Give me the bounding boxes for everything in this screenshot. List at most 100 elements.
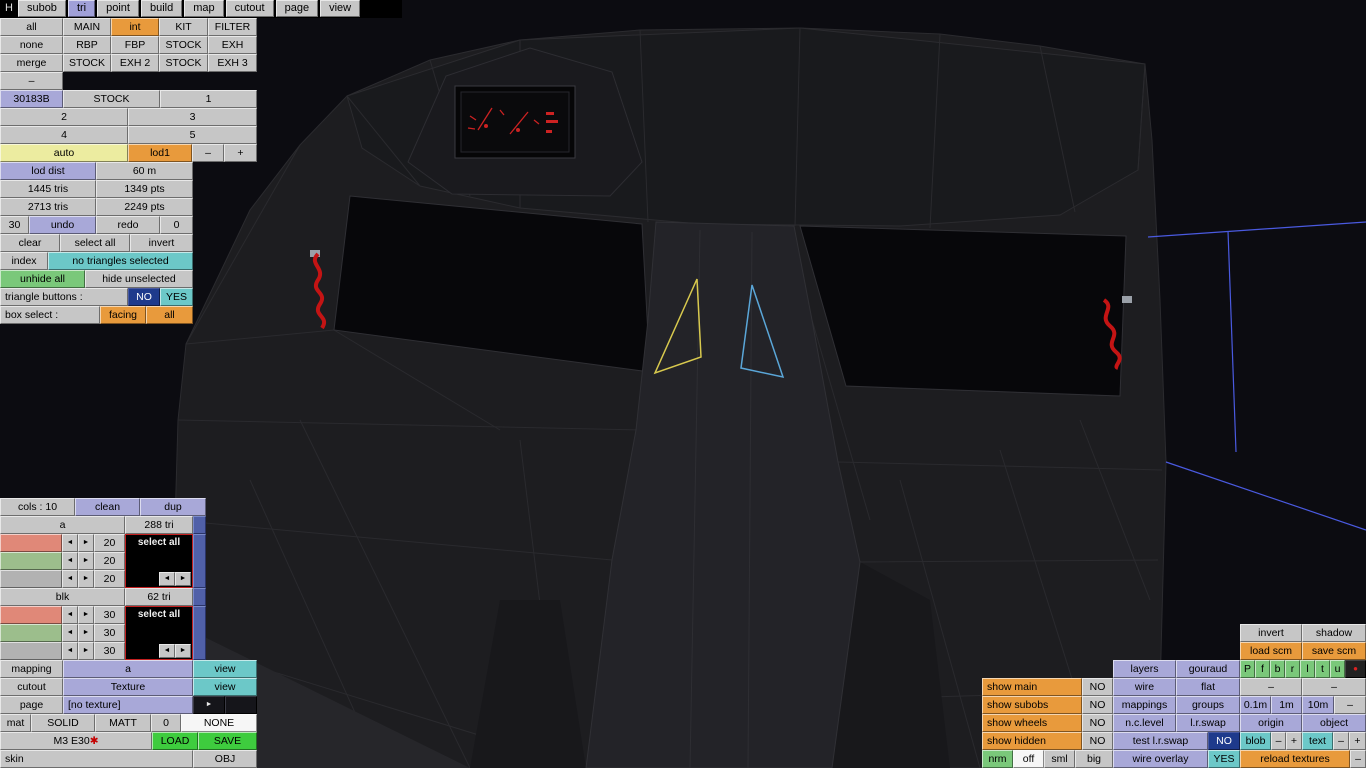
channel-value[interactable]: 30 [94, 606, 125, 624]
blob-button[interactable]: blob [1240, 732, 1271, 750]
color-swatch-red[interactable] [0, 534, 62, 552]
color-swatch-gray[interactable] [0, 570, 62, 588]
nrm-sml-button[interactable]: sml [1044, 750, 1075, 768]
lrswap-button[interactable]: l.r.swap [1176, 714, 1240, 732]
select-all-label[interactable]: select all [126, 609, 192, 620]
menu-tri[interactable]: tri [67, 0, 96, 17]
test-lrswap-button[interactable]: test l.r.swap [1113, 732, 1208, 750]
undo-button[interactable]: undo [29, 216, 96, 234]
texture-page-value[interactable]: [no texture] [63, 696, 193, 714]
filter-rbp[interactable]: RBP [63, 36, 111, 54]
value-decrement-button[interactable]: ◄ [62, 624, 78, 642]
next-material-button[interactable]: ► [175, 644, 191, 658]
show-hidden-toggle[interactable]: NO [1082, 732, 1113, 750]
subobject-slot-2[interactable]: 2 [0, 108, 128, 126]
mat-none-button[interactable]: NONE [181, 714, 257, 732]
value-decrement-button[interactable]: ◄ [62, 534, 78, 552]
grid-01m-button[interactable]: 0.1m [1240, 696, 1271, 714]
show-hidden-button[interactable]: show hidden [982, 732, 1082, 750]
gouraud-button[interactable]: gouraud [1176, 660, 1240, 678]
groups-button[interactable]: groups [1176, 696, 1240, 714]
car-name[interactable]: M3 E30✱ [0, 732, 152, 750]
save-button[interactable]: SAVE [198, 732, 257, 750]
material-a-name[interactable]: a [0, 516, 125, 534]
next-material-button[interactable]: ► [175, 572, 191, 586]
nrm-off-button[interactable]: off [1013, 750, 1044, 768]
triangle-buttons-no[interactable]: NO [128, 288, 160, 306]
value-increment-button[interactable]: ► [78, 606, 94, 624]
value-decrement-button[interactable]: ◄ [62, 642, 78, 660]
channel-value[interactable]: 20 [94, 552, 125, 570]
filter-kit[interactable]: KIT [159, 18, 208, 36]
cutout-value[interactable]: Texture [63, 678, 193, 696]
view-top-button[interactable]: t [1315, 660, 1330, 678]
mat-matt-button[interactable]: MATT [95, 714, 151, 732]
mappings-button[interactable]: mappings [1113, 696, 1176, 714]
select-all-label[interactable]: select all [126, 537, 192, 548]
lod-minus-button[interactable]: – [192, 144, 224, 162]
dup-button[interactable]: dup [140, 498, 206, 516]
clean-button[interactable]: clean [75, 498, 140, 516]
nrm-big-button[interactable]: big [1075, 750, 1113, 768]
next-page-button[interactable]: ► [193, 696, 225, 714]
material-a-select-all-box[interactable]: select all ◄ ► [125, 534, 193, 588]
view-back-button[interactable]: b [1270, 660, 1285, 678]
wire-overlay-button[interactable]: wire overlay [1113, 750, 1208, 768]
filter-int[interactable]: int [111, 18, 159, 36]
lod-auto-button[interactable]: auto [0, 144, 128, 162]
menu-cutout[interactable]: cutout [225, 0, 274, 17]
skin-button[interactable]: skin [0, 750, 193, 768]
view-front-button[interactable]: f [1255, 660, 1270, 678]
channel-value[interactable]: 30 [94, 642, 125, 660]
view-right-button[interactable]: r [1285, 660, 1300, 678]
filter-filter[interactable]: FILTER [208, 18, 257, 36]
mat-value[interactable]: 0 [151, 714, 181, 732]
box-select-all[interactable]: all [146, 306, 193, 324]
grid-minus-button[interactable]: – [1334, 696, 1366, 714]
value-decrement-button[interactable]: ◄ [62, 606, 78, 624]
origin-button[interactable]: origin [1240, 714, 1302, 732]
cutout-view-button[interactable]: view [193, 678, 257, 696]
prev-material-button[interactable]: ◄ [159, 572, 175, 586]
filter-exh2[interactable]: EXH 2 [111, 54, 159, 72]
shadow-button[interactable]: shadow [1302, 624, 1366, 642]
filter-none[interactable]: none [0, 36, 63, 54]
filter-main[interactable]: MAIN [63, 18, 111, 36]
nrm-button[interactable]: nrm [982, 750, 1013, 768]
channel-value[interactable]: 20 [94, 570, 125, 588]
show-subobs-toggle[interactable]: NO [1082, 696, 1113, 714]
object-button[interactable]: object [1302, 714, 1366, 732]
box-select-facing[interactable]: facing [100, 306, 146, 324]
grid-10m-button[interactable]: 10m [1302, 696, 1334, 714]
mapping-view-button[interactable]: view [193, 660, 257, 678]
main-minus-1[interactable]: – [1240, 678, 1302, 696]
redo-button[interactable]: redo [96, 216, 160, 234]
obj-button[interactable]: OBJ [193, 750, 257, 768]
text-plus-button[interactable]: + [1349, 732, 1366, 750]
menu-h[interactable]: H [0, 0, 18, 17]
value-decrement-button[interactable]: ◄ [62, 552, 78, 570]
filter-exh[interactable]: EXH [208, 36, 257, 54]
filter-all[interactable]: all [0, 18, 63, 36]
filter-fbp[interactable]: FBP [111, 36, 159, 54]
filter-merge[interactable]: merge [0, 54, 63, 72]
grid-1m-button[interactable]: 1m [1271, 696, 1302, 714]
menu-map[interactable]: map [184, 0, 224, 17]
clear-button[interactable]: clear [0, 234, 60, 252]
materials-scrollbar[interactable] [193, 534, 206, 588]
prev-material-button[interactable]: ◄ [159, 644, 175, 658]
menu-view[interactable]: view [320, 0, 361, 17]
show-wheels-button[interactable]: show wheels [982, 714, 1082, 732]
reload-minus-button[interactable]: – [1350, 750, 1366, 768]
lod-current[interactable]: lod1 [128, 144, 192, 162]
subobject-id[interactable]: 30183B [0, 90, 63, 108]
unhide-all-button[interactable]: unhide all [0, 270, 85, 288]
filter-stock-2[interactable]: STOCK [63, 54, 111, 72]
color-swatch-green[interactable] [0, 552, 62, 570]
materials-scrollbar[interactable] [193, 606, 206, 660]
color-swatch-green[interactable] [0, 624, 62, 642]
main-minus-2[interactable]: – [1302, 678, 1366, 696]
filter-stock-3[interactable]: STOCK [159, 54, 208, 72]
value-increment-button[interactable]: ► [78, 570, 94, 588]
load-button[interactable]: LOAD [152, 732, 198, 750]
